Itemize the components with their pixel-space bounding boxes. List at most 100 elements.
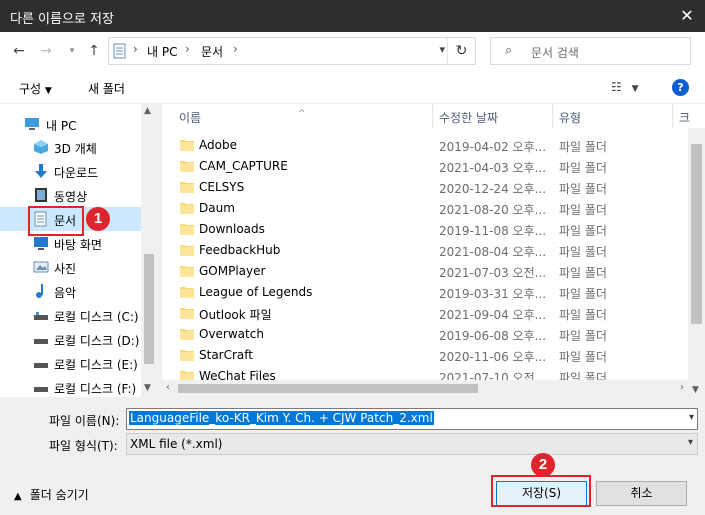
file-type: 파일 폴더 bbox=[559, 203, 607, 217]
document-icon bbox=[113, 43, 126, 59]
scrollbar-thumb[interactable] bbox=[178, 384, 478, 393]
column-divider[interactable] bbox=[672, 104, 673, 128]
address-bar[interactable]: › 내 PC › 문서 › ▾ ↻ bbox=[108, 37, 476, 65]
file-name: CAM_CAPTURE bbox=[199, 159, 288, 173]
file-date: 2020-12-24 오후... bbox=[439, 182, 547, 196]
hide-folders-button[interactable]: ▲ 폴더 숨기기 bbox=[14, 486, 89, 503]
nav-item-drive-d[interactable]: 로컬 디스크 (D:) bbox=[0, 327, 141, 351]
column-header-size[interactable]: 크 bbox=[679, 109, 690, 126]
nav-item-music[interactable]: 음악 bbox=[0, 279, 141, 303]
new-folder-button[interactable]: 새 폴더 bbox=[88, 80, 125, 97]
organize-button[interactable]: 구성 ▼ bbox=[19, 80, 52, 97]
breadcrumb-pc[interactable]: 내 PC bbox=[147, 43, 177, 60]
column-header-date[interactable]: 수정한 날짜 bbox=[439, 109, 498, 126]
scrollbar-thumb[interactable] bbox=[144, 254, 154, 364]
file-row[interactable]: FeedbackHub 2021-08-04 오후... 파일 폴더 bbox=[162, 240, 688, 261]
scroll-down-arrow-icon[interactable]: ▼ bbox=[144, 383, 151, 393]
column-header-row: ^ 이름 수정한 날짜 유형 크 bbox=[162, 104, 690, 128]
search-input[interactable]: 문서 검색 bbox=[531, 44, 579, 61]
nav-item-3d-objects[interactable]: 3D 개체 bbox=[0, 135, 141, 159]
forward-arrow-icon[interactable]: → bbox=[36, 41, 56, 61]
nav-item-pictures[interactable]: 사진 bbox=[0, 255, 141, 279]
nav-item-label: 바탕 화면 bbox=[54, 238, 102, 252]
file-list-vertical-scrollbar[interactable]: ▼ bbox=[688, 128, 705, 397]
file-row[interactable]: GOMPlayer 2021-07-03 오전... 파일 폴더 bbox=[162, 261, 688, 282]
help-icon[interactable]: ? bbox=[672, 79, 689, 96]
file-date: 2021-04-03 오후... bbox=[439, 161, 547, 175]
scroll-right-arrow-icon[interactable]: › bbox=[680, 382, 684, 393]
nav-item-label: 음악 bbox=[54, 286, 77, 300]
file-name: League of Legends bbox=[199, 285, 313, 299]
nav-item-videos[interactable]: 동영상 bbox=[0, 183, 141, 207]
file-type: 파일 폴더 bbox=[559, 245, 607, 259]
column-header-type[interactable]: 유형 bbox=[559, 109, 581, 126]
file-row[interactable]: Daum 2021-08-20 오후... 파일 폴더 bbox=[162, 198, 688, 219]
nav-item-label: 3D 개체 bbox=[54, 142, 97, 156]
nav-item-drive-e[interactable]: 로컬 디스크 (E:) bbox=[0, 351, 141, 375]
breadcrumb-separator[interactable]: › bbox=[233, 42, 238, 56]
folder-icon bbox=[180, 329, 194, 340]
folder-icon bbox=[180, 203, 194, 214]
folder-icon bbox=[180, 308, 194, 319]
navigation-scrollbar[interactable]: ▲ ▼ bbox=[141, 104, 157, 397]
column-header-name[interactable]: 이름 bbox=[179, 109, 201, 126]
nav-item-drive-f[interactable]: 로컬 디스크 (F:) bbox=[0, 375, 141, 397]
file-row[interactable]: Overwatch 2019-06-08 오후... 파일 폴더 bbox=[162, 324, 688, 345]
save-options-area: 파일 이름(N): LanguageFile_ko-KR_Kim Y. Ch. … bbox=[0, 397, 705, 515]
filetype-select[interactable]: XML file (*.xml) ▾ bbox=[126, 433, 698, 455]
scrollbar-thumb[interactable] bbox=[691, 144, 702, 324]
close-icon[interactable]: ✕ bbox=[675, 4, 699, 28]
file-name: Adobe bbox=[199, 138, 237, 152]
folder-icon bbox=[180, 161, 194, 172]
column-divider[interactable] bbox=[552, 104, 553, 128]
file-row[interactable]: StarCraft 2020-11-06 오후... 파일 폴더 bbox=[162, 345, 688, 366]
recent-locations-chevron-icon[interactable]: ▾ bbox=[62, 41, 82, 61]
file-type: 파일 폴더 bbox=[559, 308, 607, 322]
refresh-icon[interactable]: ↻ bbox=[447, 38, 475, 64]
folder-icon bbox=[180, 140, 194, 151]
file-row[interactable]: League of Legends 2019-03-31 오후... 파일 폴더 bbox=[162, 282, 688, 303]
nav-item-pc[interactable]: 내 PC bbox=[0, 112, 141, 136]
drive-icon bbox=[34, 363, 48, 368]
nav-item-downloads[interactable]: 다운로드 bbox=[0, 159, 141, 183]
address-dropdown-chevron-icon[interactable]: ▾ bbox=[439, 43, 445, 56]
file-row[interactable]: Downloads 2019-11-08 오후... 파일 폴더 bbox=[162, 219, 688, 240]
music-icon bbox=[36, 284, 43, 298]
chevron-down-icon: ▾ bbox=[687, 437, 693, 448]
column-divider[interactable] bbox=[432, 104, 433, 128]
filename-input[interactable]: LanguageFile_ko-KR_Kim Y. Ch. + CJW Patc… bbox=[126, 408, 698, 430]
folder-icon bbox=[180, 266, 194, 277]
scroll-left-arrow-icon[interactable]: ‹ bbox=[166, 382, 170, 393]
file-name: GOMPlayer bbox=[199, 264, 266, 278]
breadcrumb-separator[interactable]: › bbox=[185, 42, 190, 56]
scroll-up-arrow-icon[interactable]: ▲ bbox=[144, 106, 151, 116]
breadcrumb-documents[interactable]: 문서 bbox=[201, 43, 223, 60]
file-type: 파일 폴더 bbox=[559, 161, 607, 175]
breadcrumb-separator[interactable]: › bbox=[133, 42, 138, 56]
up-arrow-icon[interactable]: ↑ bbox=[84, 41, 104, 61]
file-row[interactable]: CELSYS 2020-12-24 오후... 파일 폴더 bbox=[162, 177, 688, 198]
back-arrow-icon[interactable]: ← bbox=[9, 41, 29, 61]
file-date: 2021-07-03 오전... bbox=[439, 266, 547, 280]
file-type: 파일 폴더 bbox=[559, 266, 607, 280]
cancel-button[interactable]: 취소 bbox=[596, 481, 687, 506]
nav-item-drive-c[interactable]: 로컬 디스크 (C:) bbox=[0, 303, 141, 327]
file-row[interactable]: Outlook 파일 2021-09-04 오후... 파일 폴더 bbox=[162, 303, 688, 324]
navigation-pane: 내 PC 3D 개체 다운로드 동영상 문서 바탕 화면 사진 음악 로컬 디스… bbox=[0, 104, 157, 397]
chevron-down-icon[interactable]: ▾ bbox=[689, 412, 694, 423]
nav-item-label: 사진 bbox=[54, 262, 77, 276]
nav-item-label: 내 PC bbox=[46, 119, 77, 133]
scroll-down-arrow-icon[interactable]: ▼ bbox=[692, 385, 699, 395]
file-name: FeedbackHub bbox=[199, 243, 281, 257]
file-type: 파일 폴더 bbox=[559, 350, 607, 364]
view-options-button[interactable]: ☷ ▼ bbox=[611, 80, 639, 94]
file-row[interactable]: Adobe 2019-04-02 오후... 파일 폴더 bbox=[162, 135, 688, 156]
search-box[interactable]: ⌕ 문서 검색 bbox=[490, 37, 691, 65]
sort-ascending-icon: ^ bbox=[298, 109, 306, 119]
folder-icon bbox=[180, 245, 194, 256]
desktop-icon bbox=[34, 237, 48, 250]
file-date: 2019-06-08 오후... bbox=[439, 329, 547, 343]
file-row[interactable]: CAM_CAPTURE 2021-04-03 오후... 파일 폴더 bbox=[162, 156, 688, 177]
video-icon bbox=[35, 188, 47, 202]
file-list-horizontal-scrollbar[interactable]: ‹ › bbox=[162, 380, 688, 397]
